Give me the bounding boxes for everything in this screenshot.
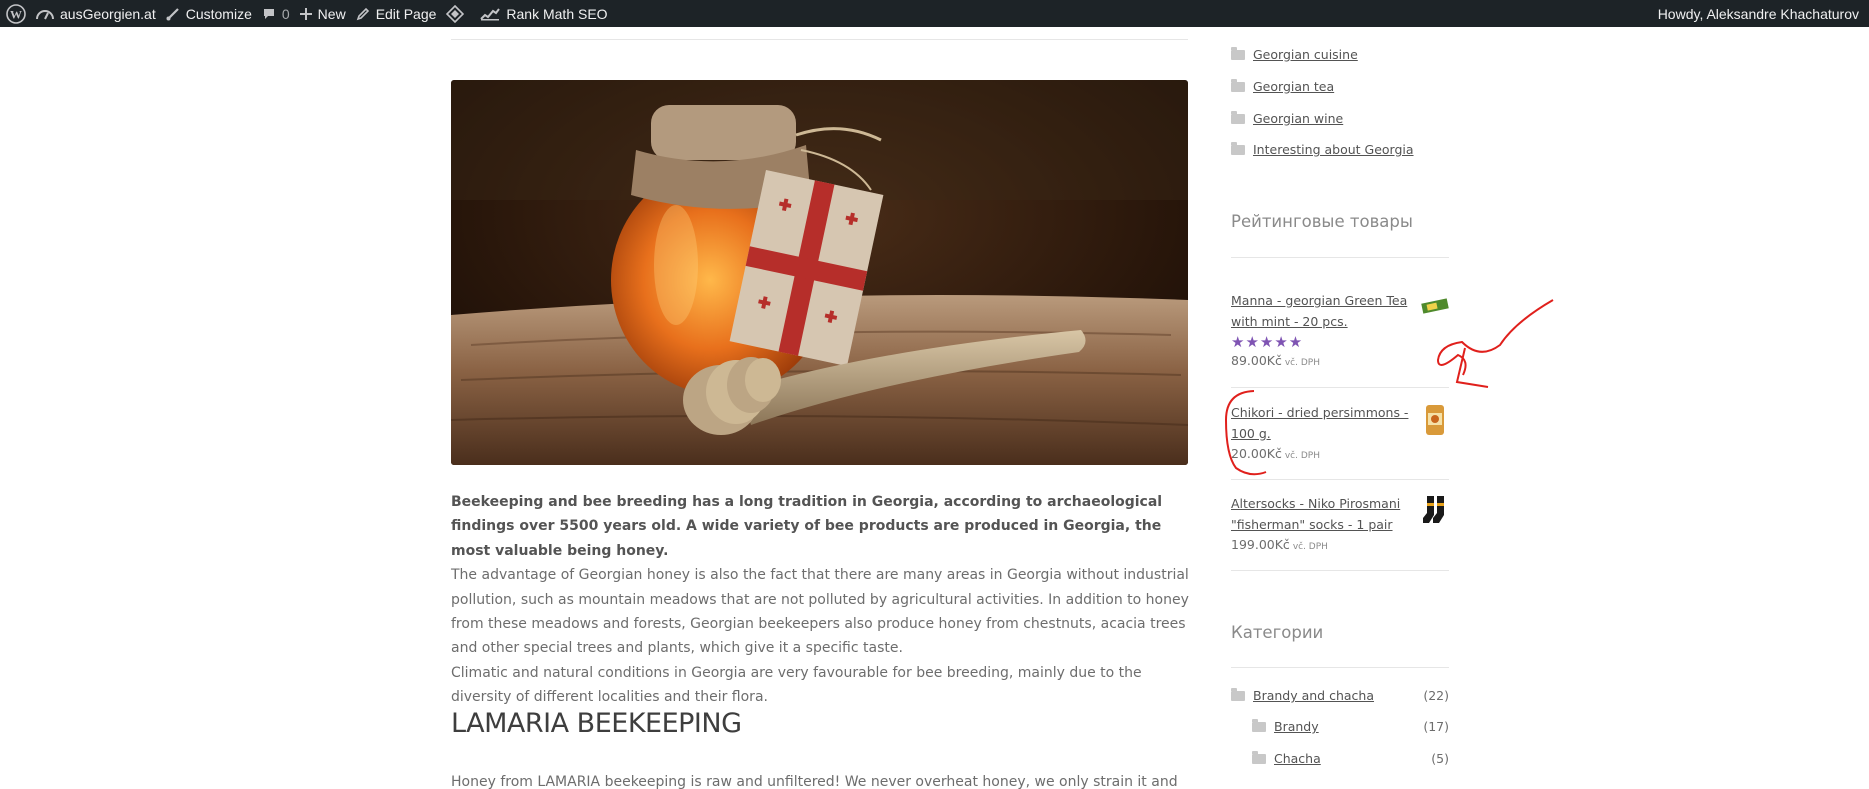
folder-icon — [1231, 46, 1245, 60]
article-lead: Beekeeping and bee breeding has a long t… — [451, 494, 1163, 559]
comments-button[interactable]: 0 — [262, 0, 300, 27]
comment-icon — [262, 7, 276, 21]
product-thumbnail[interactable] — [1421, 495, 1449, 523]
category-link[interactable]: Brandy and chacha — [1253, 688, 1374, 703]
star-rating: ★★★★★ — [1231, 333, 1304, 351]
category-count: (22) — [1423, 688, 1449, 703]
honey-jar-image — [451, 80, 1188, 465]
folder-icon — [1252, 750, 1266, 764]
category-item[interactable]: Brandy and chacha (22) — [1231, 687, 1449, 703]
widget-divider — [1231, 667, 1449, 668]
category-count: (17) — [1423, 719, 1449, 734]
pencil-icon — [356, 7, 370, 21]
diamond-plugin-button[interactable] — [446, 0, 480, 27]
customize-button[interactable]: Customize — [166, 0, 262, 27]
category-item[interactable]: Georgian cuisine — [1231, 46, 1449, 62]
category-link[interactable]: Interesting about Georgia — [1253, 142, 1414, 157]
category-item[interactable]: Chacha (5) — [1231, 750, 1449, 766]
folder-icon — [1231, 78, 1245, 92]
plus-icon — [299, 7, 312, 20]
category-link[interactable]: Georgian wine — [1253, 111, 1343, 126]
category-item[interactable]: Georgian tea — [1231, 78, 1449, 94]
svg-text:W: W — [10, 7, 22, 21]
rated-products-title: Рейтинговые товары — [1231, 212, 1413, 231]
dashboard-icon — [36, 7, 54, 21]
customize-label: Customize — [185, 5, 252, 22]
admin-bar: W ausGeorgien.at Customize 0 New Edit Pa… — [0, 0, 1869, 27]
edit-page-button[interactable]: Edit Page — [356, 0, 447, 27]
new-label: New — [317, 5, 346, 22]
category-item[interactable]: Brandy (17) — [1231, 718, 1449, 734]
product-item[interactable]: Chikori - dried persimmons - 100 g. 20.0… — [1231, 402, 1449, 461]
category-link[interactable]: Georgian tea — [1253, 79, 1334, 94]
site-name-menu[interactable]: ausGeorgien.at — [36, 0, 166, 27]
category-item[interactable]: Interesting about Georgia — [1231, 141, 1449, 157]
category-link[interactable]: Chacha — [1274, 751, 1321, 766]
widget-divider — [1231, 257, 1449, 258]
product-item[interactable]: Manna - georgian Green Tea with mint - 2… — [1231, 290, 1449, 368]
comments-count: 0 — [281, 5, 290, 22]
content-divider — [451, 39, 1188, 40]
product-thumbnail[interactable] — [1421, 292, 1449, 320]
wordpress-logo-icon[interactable]: W — [0, 0, 36, 27]
article-paragraph-3: Honey from LAMARIA beekeeping is raw and… — [451, 774, 1178, 789]
site-name: ausGeorgien.at — [60, 5, 156, 22]
categories-title: Категории — [1231, 623, 1324, 642]
category-item[interactable]: Georgian wine — [1231, 110, 1449, 126]
product-link[interactable]: Manna - georgian Green Tea with mint - 2… — [1231, 290, 1416, 332]
product-price: 89.00Kč vč. DPH — [1231, 353, 1320, 368]
product-divider — [1231, 387, 1449, 388]
product-thumbnail[interactable] — [1421, 404, 1449, 435]
article-body: Beekeeping and bee breeding has a long t… — [451, 490, 1191, 789]
product-divider — [1231, 479, 1449, 480]
category-link[interactable]: Georgian cuisine — [1253, 47, 1358, 62]
section-heading: LAMARIA BEEKEEPING — [451, 708, 742, 739]
product-price: 199.00Kč vč. DPH — [1231, 537, 1328, 552]
product-price: 20.00Kč vč. DPH — [1231, 446, 1320, 461]
brush-icon — [166, 7, 180, 21]
folder-icon — [1231, 141, 1245, 155]
product-item[interactable]: Altersocks - Niko Pirosmani "fisherman" … — [1231, 493, 1449, 552]
category-count: (5) — [1431, 751, 1449, 766]
rank-math-label: Rank Math SEO — [506, 5, 608, 22]
rank-math-menu[interactable]: Rank Math SEO — [480, 0, 617, 27]
rank-math-icon — [480, 7, 501, 21]
diamond-icon — [446, 4, 465, 23]
article-paragraph-2: Climatic and natural conditions in Georg… — [451, 664, 1142, 706]
category-link[interactable]: Brandy — [1274, 719, 1319, 734]
article-paragraph-1: The advantage of Georgian honey is also … — [451, 567, 1189, 657]
my-account-menu[interactable]: Howdy, Aleksandre Khachaturov — [1658, 0, 1869, 27]
product-link[interactable]: Altersocks - Niko Pirosmani "fisherman" … — [1231, 493, 1416, 535]
edit-page-label: Edit Page — [375, 5, 437, 22]
howdy-label: Howdy, Aleksandre Khachaturov — [1657, 5, 1859, 22]
product-divider — [1231, 570, 1449, 571]
folder-icon — [1231, 110, 1245, 124]
folder-icon — [1252, 718, 1266, 732]
product-link[interactable]: Chikori - dried persimmons - 100 g. — [1231, 402, 1416, 444]
folder-icon — [1231, 687, 1245, 701]
new-content-button[interactable]: New — [299, 0, 356, 27]
